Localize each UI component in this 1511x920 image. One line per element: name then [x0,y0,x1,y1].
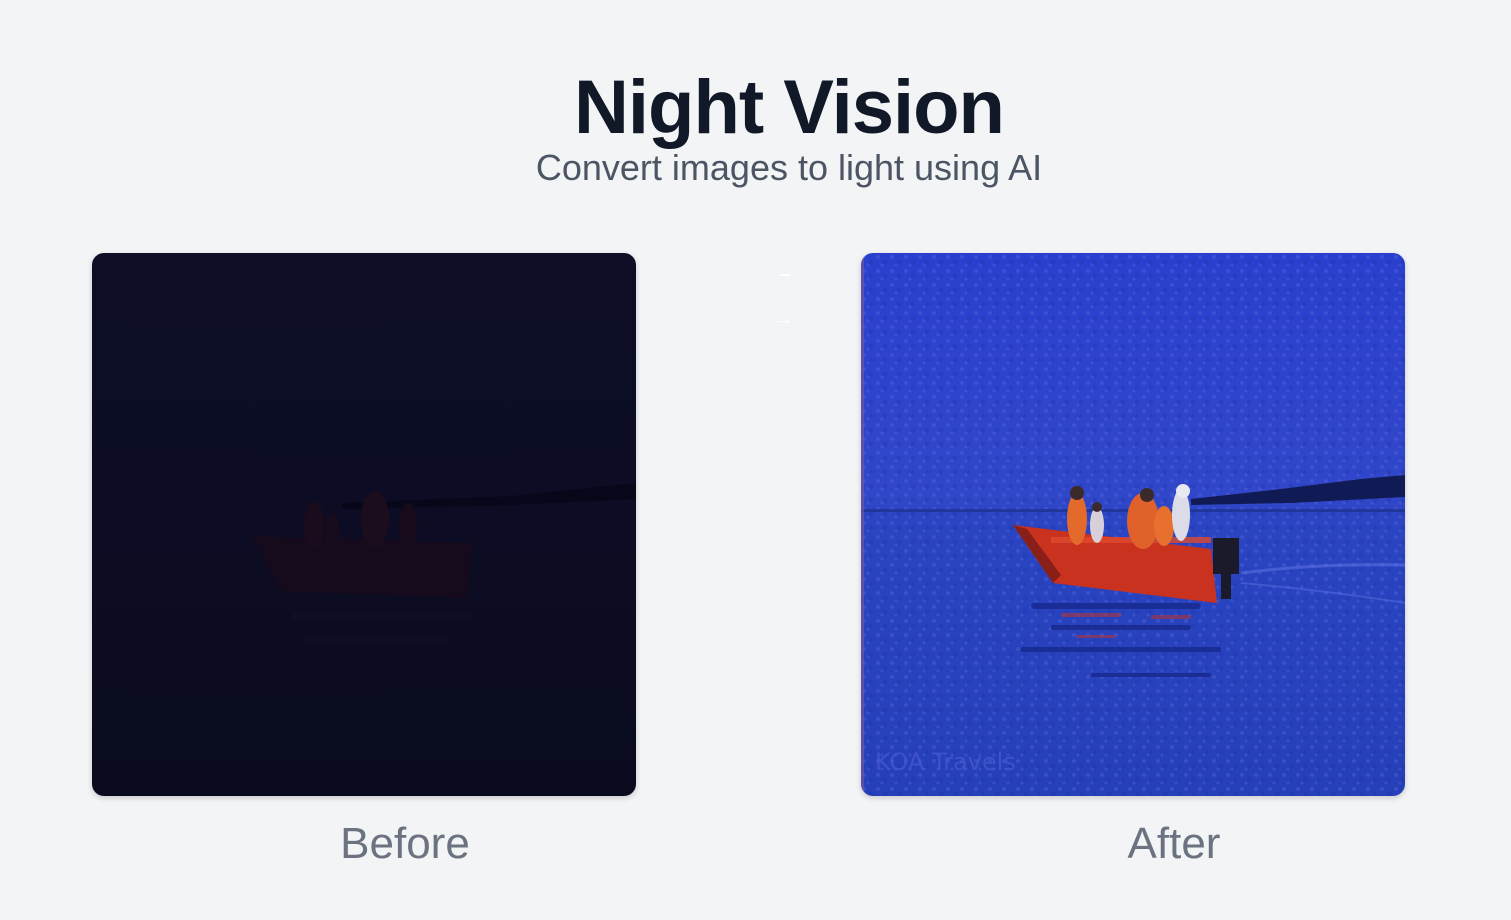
before-image [92,253,636,796]
before-caption: Before [340,819,470,868]
after-caption: After [1127,819,1221,868]
arrow-right-icon: → [774,308,794,330]
divider-dash-icon [780,274,790,276]
after-photo-icon: KOA Travels [861,253,1405,796]
before-photo-icon [92,253,636,796]
after-image: KOA Travels [861,253,1405,796]
page-title: Night Vision [574,64,1005,150]
page-subtitle: Convert images to light using AI [535,147,1043,188]
night-vision-page: Night Vision Convert images to light usi… [0,0,1511,920]
watermark-text: KOA Travels [875,748,1016,776]
